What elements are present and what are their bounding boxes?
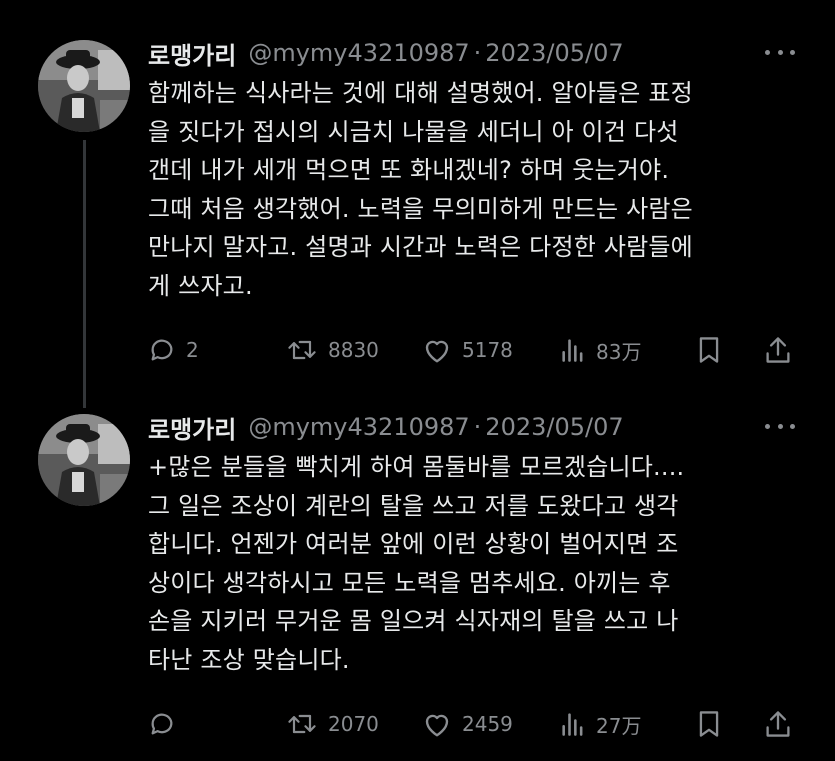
views-count: 27万 <box>596 713 642 738</box>
share-icon <box>766 337 790 363</box>
share-icon <box>766 711 790 737</box>
retweet-icon <box>288 340 316 360</box>
display-name[interactable]: 로맹가리 <box>148 410 236 445</box>
tweet-header: 로맹가리 @mymy43210987 · 2023/05/07 <box>148 410 805 444</box>
reply-icon <box>151 339 173 361</box>
retweet-button[interactable]: 8830 <box>286 332 379 368</box>
bookmark-icon <box>699 711 719 737</box>
bookmark-button[interactable] <box>696 706 722 742</box>
tweet-text-line: 갠데 내가 세개 먹으면 또 화내겠네? 하며 웃는거야. <box>148 156 670 184</box>
retweet-count: 8830 <box>328 338 379 362</box>
tweet-text-line: 함께하는 식사라는 것에 대해 설명했어. 알아들은 표정 <box>148 79 693 107</box>
views-icon <box>562 713 583 736</box>
action-bar: 2 8830 5178 83万 <box>148 332 808 368</box>
more-options-icon[interactable] <box>765 414 795 438</box>
share-button[interactable] <box>764 706 792 742</box>
retweet-button[interactable]: 2070 <box>286 706 379 742</box>
avatar[interactable] <box>38 40 130 132</box>
tweet-text: +많은 분들을 빡치게 하여 몸둘바를 모르겠습니다.... 그 일은 조상이 … <box>148 448 798 679</box>
tweet-header: 로맹가리 @mymy43210987 · 2023/05/07 <box>148 36 805 70</box>
tweet-text-line: 손을 지키러 무거운 몸 일으켜 식자재의 탈을 쓰고 나 <box>148 607 679 635</box>
retweet-count: 2070 <box>328 712 379 736</box>
tweet-text-line: 만나지 말자고. 설명과 시간과 노력은 다정한 사람들에 <box>148 233 693 261</box>
tweet-text-line: 게 쓰자고. <box>148 271 253 300</box>
tweet-text-line: 상이다 생각하시고 모든 노력을 멈추세요. 아끼는 후 <box>148 568 671 597</box>
reply-button[interactable]: 2 <box>148 332 199 368</box>
separator-dot: · <box>473 39 482 67</box>
tweet-text-line: +많은 분들을 빡치게 하여 몸둘바를 모르겠습니다.... <box>148 453 685 481</box>
avatar[interactable] <box>38 414 130 506</box>
tweet-text-line: 합니다. 언젠가 여러분 앞에 이런 상황이 벌어지면 조 <box>148 530 679 558</box>
separator-dot: · <box>473 413 482 441</box>
more-options-icon[interactable] <box>765 40 795 64</box>
reply-icon <box>151 713 173 735</box>
tweet-text-line: 타난 조상 맞습니다. <box>148 645 350 674</box>
like-icon <box>425 340 449 363</box>
views-button[interactable]: 83万 <box>560 332 641 368</box>
tweet-text-line: 을 짓다가 접시의 시금치 나물을 세더니 아 이건 다섯 <box>148 117 679 146</box>
views-count: 83万 <box>596 339 642 364</box>
reply-button[interactable] <box>148 706 186 742</box>
display-name[interactable]: 로맹가리 <box>148 36 236 71</box>
like-count: 2459 <box>462 712 513 736</box>
retweet-icon <box>288 714 316 734</box>
like-button[interactable]: 5178 <box>422 332 513 368</box>
like-count: 5178 <box>462 338 513 362</box>
views-button[interactable]: 27万 <box>560 706 641 742</box>
action-bar: 2070 2459 27万 <box>148 706 808 742</box>
tweet-text-line: 그 일은 조상이 계란의 탈을 쓰고 저를 도왔다고 생각 <box>148 491 679 520</box>
like-button[interactable]: 2459 <box>422 706 513 742</box>
share-button[interactable] <box>764 332 792 368</box>
bookmark-icon <box>699 337 719 363</box>
tweet-text-line: 그때 처음 생각했어. 노력을 무의미하게 만드는 사람은 <box>148 194 693 223</box>
thread-connector-line <box>83 140 86 408</box>
tweet-date[interactable]: 2023/05/07 <box>485 39 623 67</box>
tweet-date[interactable]: 2023/05/07 <box>485 413 623 441</box>
tweet-text: 함께하는 식사라는 것에 대해 설명했어. 알아들은 표정 을 짓다가 접시의 … <box>148 74 798 305</box>
views-icon <box>562 339 583 362</box>
user-handle[interactable]: @mymy43210987 <box>248 39 469 67</box>
reply-count: 2 <box>186 338 199 362</box>
like-icon <box>425 714 449 737</box>
user-handle[interactable]: @mymy43210987 <box>248 413 469 441</box>
bookmark-button[interactable] <box>696 332 722 368</box>
